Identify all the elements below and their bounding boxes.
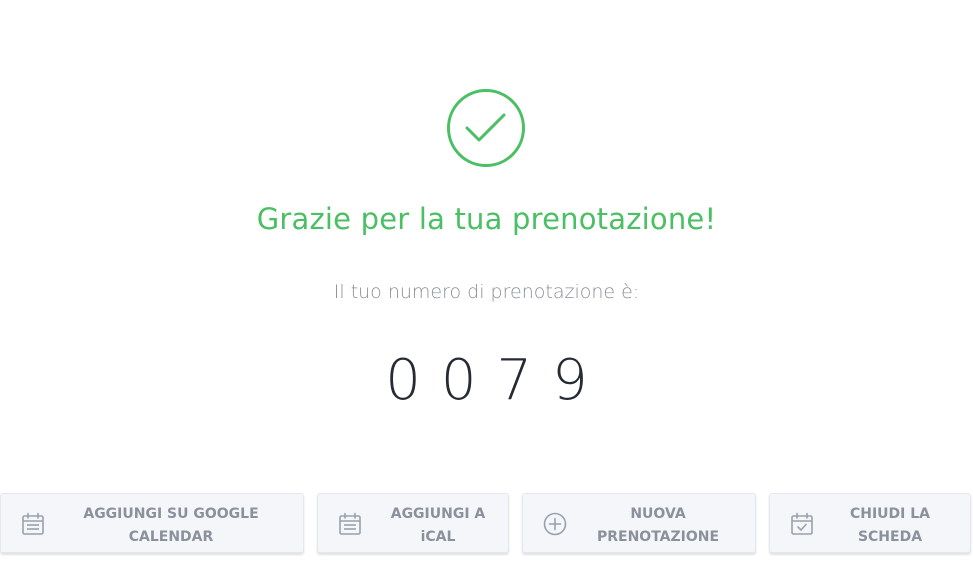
calendar-icon [20, 511, 46, 537]
add-to-google-calendar-label: AGGIUNGI SU GOOGLE CALENDAR [83, 506, 259, 545]
add-to-google-calendar-button[interactable]: AGGIUNGI SU GOOGLE CALENDAR [0, 493, 304, 553]
confirmation-title: Grazie per la tua prenotazione! [256, 202, 717, 236]
close-tab-button[interactable]: CHIUDI LA SCHEDA [769, 493, 971, 553]
add-to-ical-button[interactable]: AGGIUNGI A iCAL [317, 493, 509, 553]
booking-number: 0079 [385, 348, 608, 413]
new-booking-button[interactable]: NUOVA PRENOTAZIONE [522, 493, 756, 553]
calendar-icon [337, 511, 363, 537]
close-tab-label: CHIUDI LA SCHEDA [849, 506, 931, 545]
add-to-ical-label: AGGIUNGI A iCAL [390, 506, 486, 545]
plus-circle-icon [542, 511, 568, 537]
calendar-check-icon [789, 511, 815, 537]
check-circle-icon [446, 88, 526, 168]
new-booking-label: NUOVA PRENOTAZIONE [596, 506, 720, 545]
booking-number-caption: Il tuo numero di prenotazione è: [333, 281, 640, 303]
